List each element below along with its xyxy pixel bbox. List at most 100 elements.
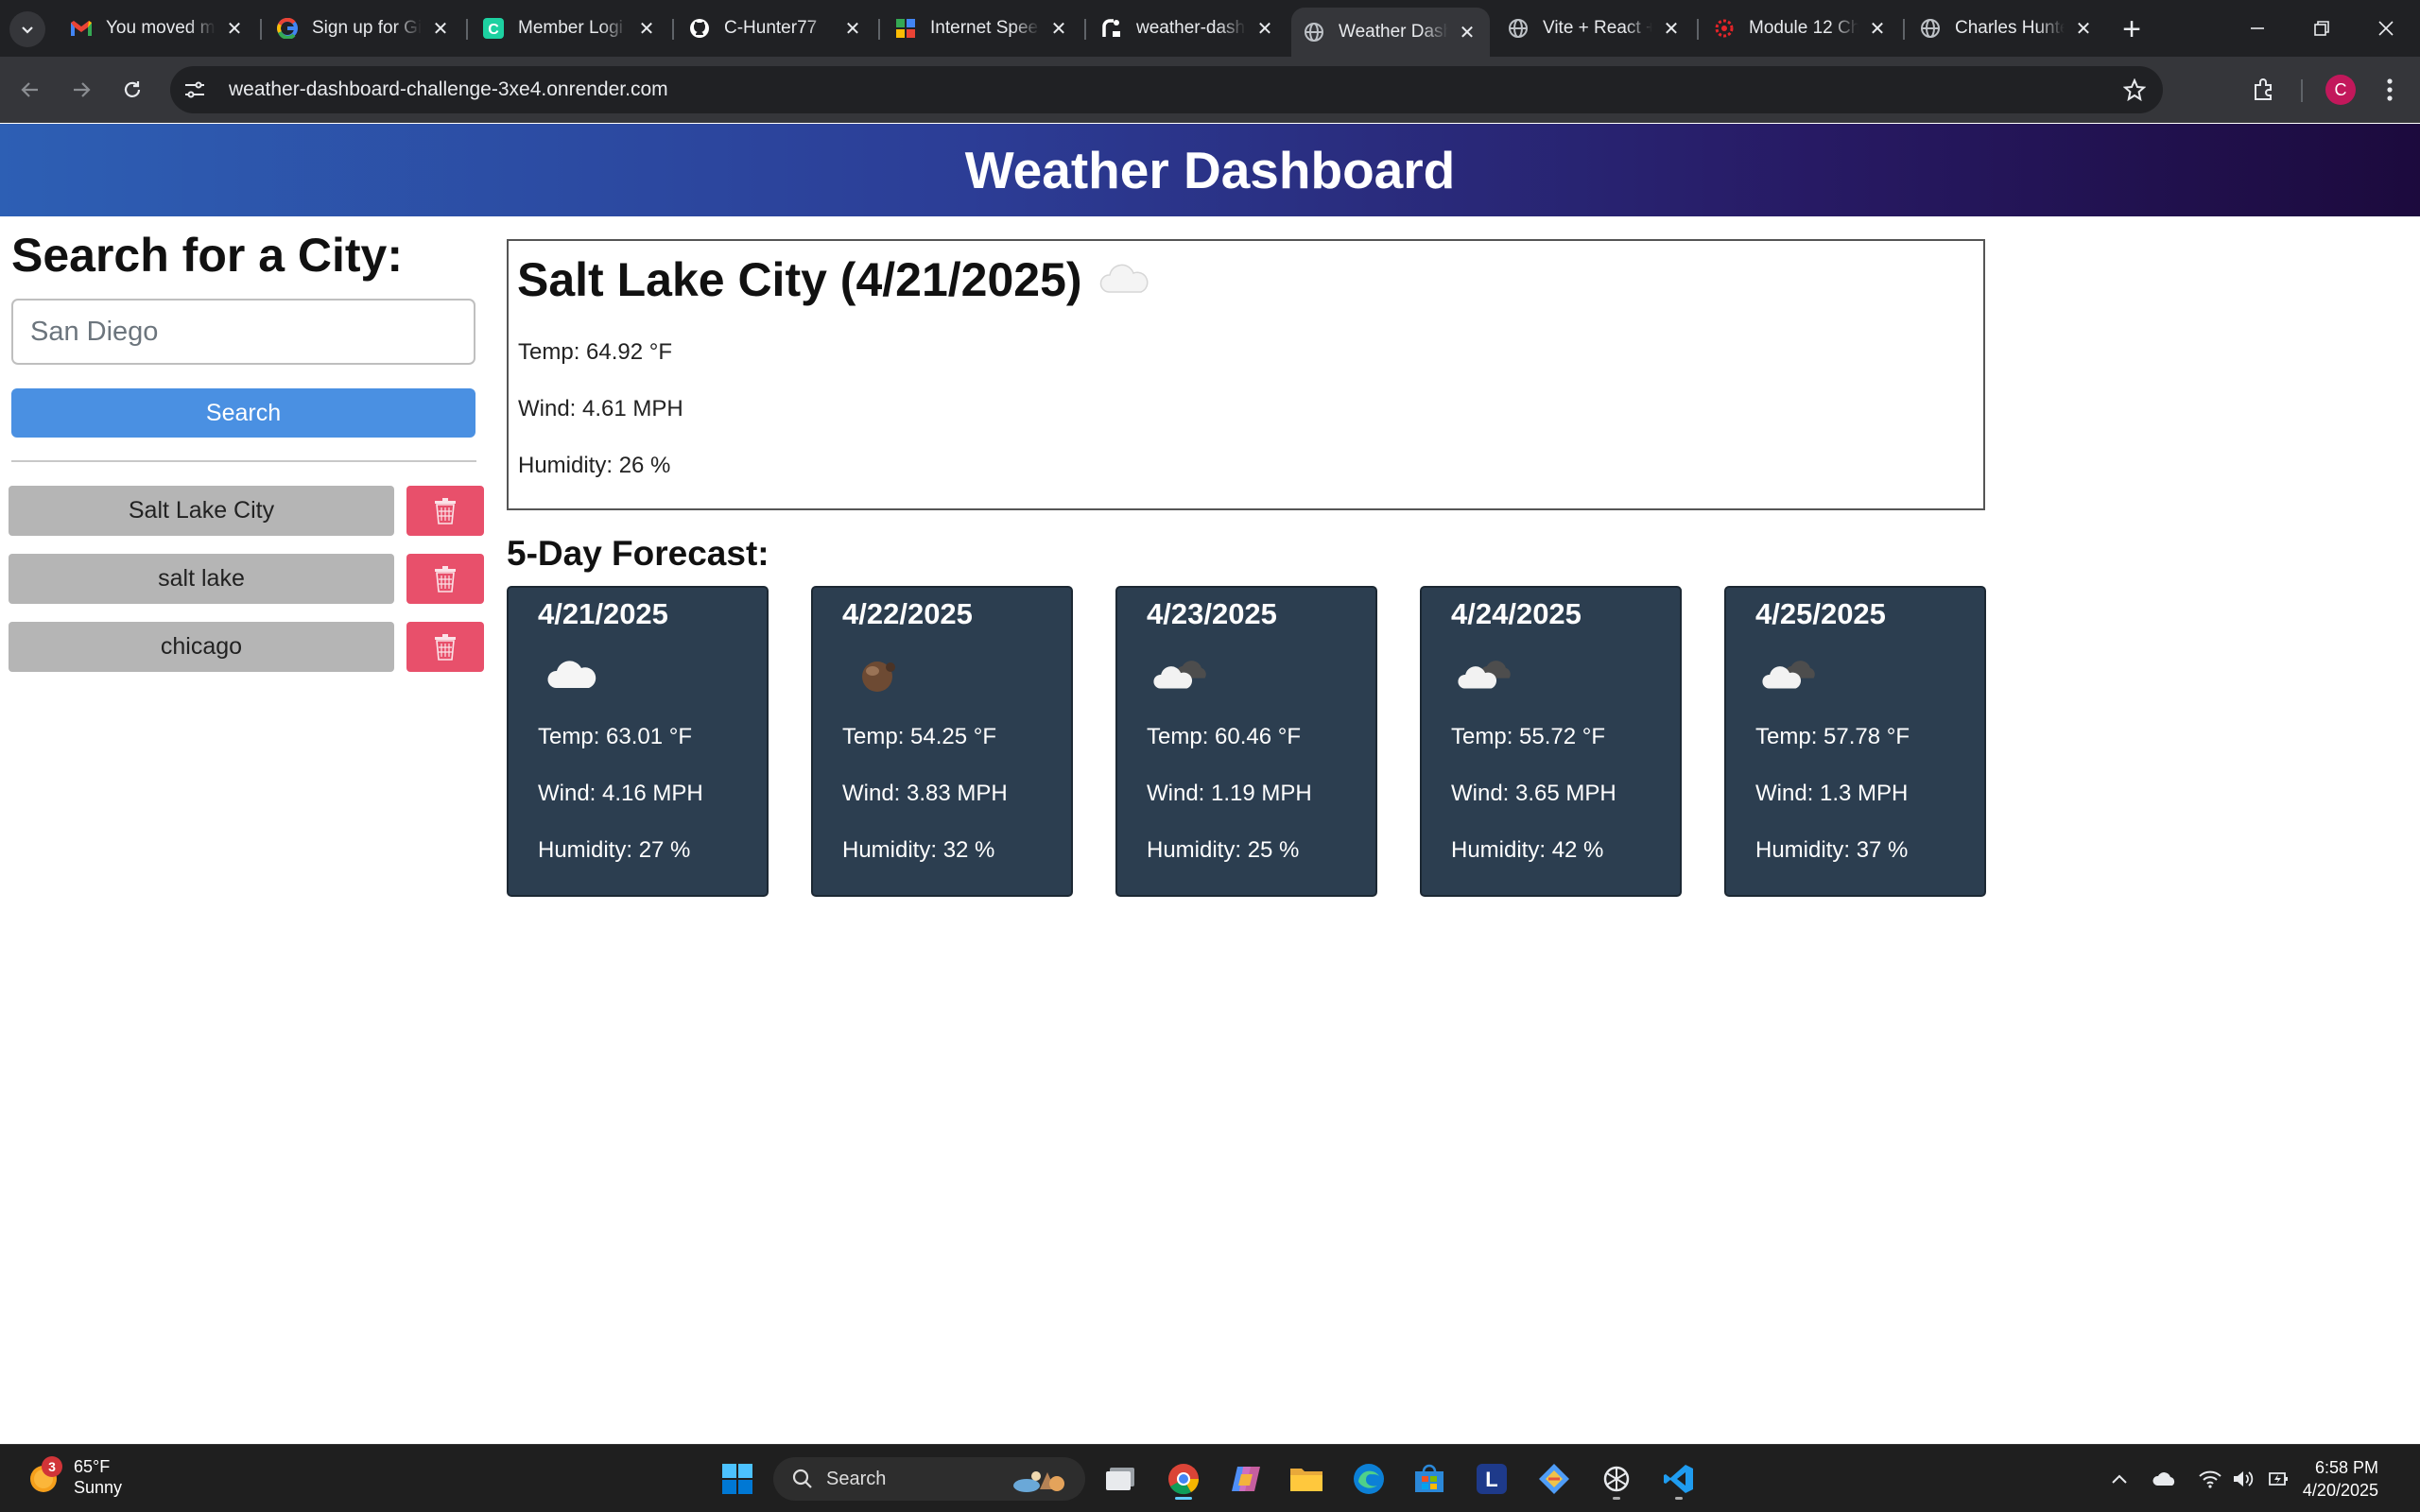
back-button[interactable] bbox=[9, 69, 51, 111]
search-heading: Search for a City: bbox=[11, 229, 404, 282]
restore-button[interactable] bbox=[2290, 0, 2354, 57]
sidebar-divider bbox=[11, 460, 476, 462]
close-icon[interactable]: ✕ bbox=[1866, 17, 1889, 40]
browser-tab[interactable]: weather-dash ✕ bbox=[1089, 8, 1288, 49]
delete-history-button[interactable] bbox=[406, 622, 484, 672]
weather-widget[interactable]: 3 65°F Sunny bbox=[26, 1456, 122, 1498]
extensions-icon[interactable] bbox=[2244, 71, 2282, 109]
forecast-humidity: Humidity: 32 % bbox=[842, 837, 995, 863]
forecast-card: 4/22/2025 Temp: 54.25 °F Wind: 3.83 MPH … bbox=[811, 586, 1073, 897]
close-icon[interactable]: ✕ bbox=[635, 17, 658, 40]
weather-dashboard-page: Weather Dashboard Search for a City: Sea… bbox=[0, 124, 2420, 1444]
browser-tab[interactable]: C-Hunter77 ✕ bbox=[677, 8, 875, 49]
close-icon[interactable]: ✕ bbox=[1253, 17, 1276, 40]
minimize-button[interactable] bbox=[2225, 0, 2290, 57]
browser-tab[interactable]: Module 12 Ch ✕ bbox=[1702, 8, 1900, 49]
arrow-left-icon bbox=[21, 82, 38, 97]
trash-icon bbox=[435, 633, 456, 661]
history-city-button[interactable]: salt lake bbox=[9, 554, 394, 604]
history-city-button[interactable]: Salt Lake City bbox=[9, 486, 394, 536]
google-icon bbox=[276, 17, 299, 40]
browser-tab-active[interactable]: Weather Dash ✕ bbox=[1291, 8, 1490, 57]
profile-avatar[interactable]: C bbox=[2325, 75, 2356, 105]
browser-tab[interactable]: Sign up for Gi ✕ bbox=[265, 8, 463, 49]
battery-icon[interactable] bbox=[2265, 1466, 2291, 1492]
l-app-taskbar-button[interactable]: L bbox=[1469, 1456, 1514, 1502]
clock-time: 6:58 PM bbox=[2314, 1458, 2378, 1477]
cloud-icon bbox=[547, 661, 596, 688]
address-bar[interactable]: weather-dashboard-challenge-3xe4.onrende… bbox=[170, 66, 2163, 113]
forecast-card: 4/21/2025 Temp: 63.01 °F Wind: 4.16 MPH … bbox=[507, 586, 769, 897]
close-icon[interactable]: ✕ bbox=[1456, 21, 1478, 43]
close-icon[interactable]: ✕ bbox=[223, 17, 246, 40]
bookmark-star-icon[interactable] bbox=[2119, 75, 2150, 105]
file-explorer-taskbar-button[interactable] bbox=[1284, 1456, 1329, 1502]
url-text: weather-dashboard-challenge-3xe4.onrende… bbox=[229, 78, 668, 100]
globe-icon bbox=[1303, 21, 1325, 43]
windows-taskbar: 3 65°F Sunny Search L 6:58 PM 4/20/2025 bbox=[0, 1444, 2420, 1512]
forecast-wind: Wind: 3.83 MPH bbox=[842, 781, 1008, 806]
reload-button[interactable] bbox=[112, 69, 153, 111]
forecast-date: 4/24/2025 bbox=[1451, 597, 1582, 630]
forecast-date: 4/22/2025 bbox=[842, 597, 973, 630]
close-window-button[interactable] bbox=[2354, 0, 2418, 57]
browser-tab[interactable]: Charles Hunte ✕ bbox=[1908, 8, 2106, 49]
browser-tab[interactable]: Internet Spee ✕ bbox=[883, 8, 1081, 49]
menu-kebab-icon[interactable] bbox=[2371, 71, 2409, 109]
edge-taskbar-button[interactable] bbox=[1346, 1456, 1392, 1502]
globe-icon bbox=[1507, 17, 1530, 40]
gmail-icon bbox=[70, 17, 93, 40]
forecast-temp: Temp: 55.72 °F bbox=[1451, 724, 1606, 749]
current-weather-heading: Salt Lake City (4/21/2025) bbox=[517, 252, 1150, 307]
close-icon[interactable]: ✕ bbox=[429, 17, 452, 40]
search-button[interactable]: Search bbox=[11, 388, 475, 438]
weather-widget-desc: Sunny bbox=[74, 1478, 123, 1497]
vscode-taskbar-button[interactable] bbox=[1656, 1456, 1702, 1502]
start-button[interactable] bbox=[715, 1456, 760, 1502]
store-taskbar-button[interactable] bbox=[1407, 1456, 1452, 1502]
tab-title: Sign up for Gi bbox=[312, 18, 422, 38]
wifi-icon[interactable] bbox=[2197, 1466, 2223, 1492]
svg-text:L: L bbox=[1485, 1468, 1497, 1491]
forecast-wind: Wind: 1.3 MPH bbox=[1755, 781, 1909, 806]
browser-tab[interactable]: C Member Logi ✕ bbox=[471, 8, 669, 49]
system-clock[interactable]: 6:58 PM 4/20/2025 bbox=[2303, 1456, 2378, 1502]
history-city-button[interactable]: chicago bbox=[9, 622, 394, 672]
taskbar-search[interactable]: Search bbox=[773, 1457, 1085, 1501]
volume-icon[interactable] bbox=[2231, 1466, 2257, 1492]
delete-history-button[interactable] bbox=[406, 554, 484, 604]
forecast-date: 4/25/2025 bbox=[1755, 597, 1886, 630]
chrome-icon bbox=[1168, 1464, 1200, 1495]
close-icon[interactable]: ✕ bbox=[1047, 17, 1070, 40]
tab-title: Weather Dash bbox=[1339, 22, 1448, 42]
browser-tab[interactable]: Vite + React + ✕ bbox=[1495, 8, 1694, 49]
history-item: Salt Lake City bbox=[9, 486, 484, 536]
delete-history-button[interactable] bbox=[406, 486, 484, 536]
chatgpt-taskbar-button[interactable] bbox=[1594, 1456, 1639, 1502]
browser-tab[interactable]: You moved m ✕ bbox=[59, 8, 257, 49]
git-app-taskbar-button[interactable] bbox=[1531, 1456, 1577, 1502]
show-hidden-icons-chevron-icon[interactable] bbox=[2106, 1466, 2133, 1492]
city-search-input[interactable] bbox=[11, 299, 475, 365]
search-icon bbox=[792, 1469, 812, 1488]
browser-tab-strip: You moved m ✕ Sign up for Gi ✕ C Member … bbox=[0, 0, 2420, 57]
new-tab-button[interactable]: + bbox=[2114, 11, 2150, 47]
forward-button[interactable] bbox=[60, 69, 102, 111]
site-info-icon[interactable] bbox=[174, 69, 216, 111]
close-icon[interactable]: ✕ bbox=[841, 17, 864, 40]
tab-title: Internet Spee bbox=[930, 18, 1039, 38]
copilot-taskbar-button[interactable] bbox=[1223, 1456, 1269, 1502]
chrome-taskbar-button[interactable] bbox=[1161, 1456, 1206, 1502]
github-icon bbox=[688, 17, 711, 40]
page-title: Weather Dashboard bbox=[964, 141, 1456, 199]
forecast-card: 4/23/2025 Temp: 60.46 °F Wind: 1.19 MPH … bbox=[1115, 586, 1377, 897]
task-view-button[interactable] bbox=[1098, 1456, 1144, 1502]
search-highlight-icon bbox=[1013, 1471, 1064, 1492]
close-icon[interactable]: ✕ bbox=[2072, 17, 2095, 40]
tab-search-button[interactable] bbox=[9, 11, 45, 47]
forecast-card: 4/25/2025 Temp: 57.78 °F Wind: 1.3 MPH H… bbox=[1724, 586, 1986, 897]
close-icon[interactable]: ✕ bbox=[1660, 17, 1683, 40]
broken-clouds-icon bbox=[1762, 661, 1815, 689]
forecast-temp: Temp: 57.78 °F bbox=[1755, 724, 1910, 749]
onedrive-icon[interactable] bbox=[2152, 1466, 2178, 1492]
